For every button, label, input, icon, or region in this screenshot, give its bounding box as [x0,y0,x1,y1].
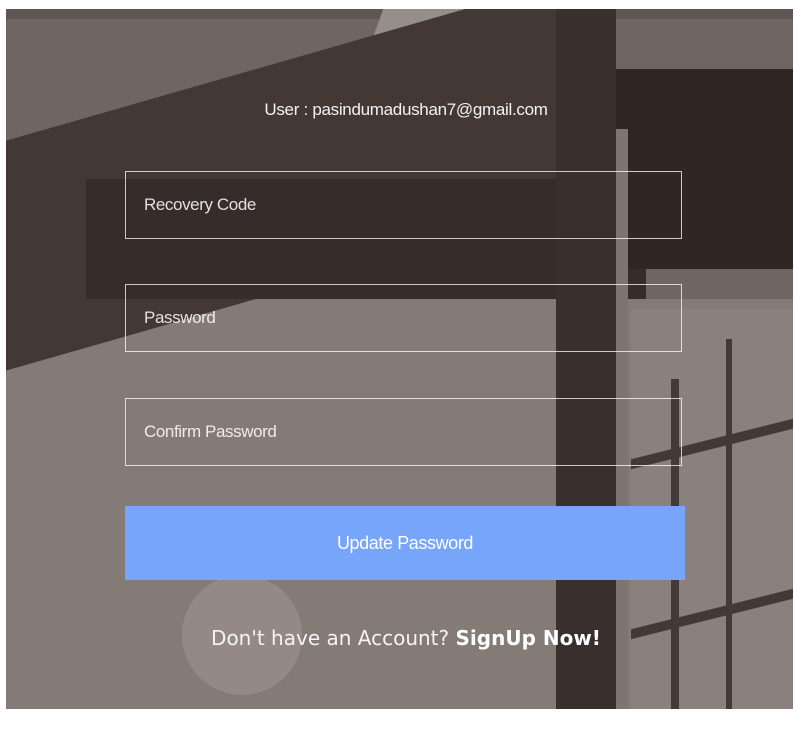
update-password-button[interactable]: Update Password [125,506,685,580]
recovery-code-input[interactable] [125,171,682,239]
signup-prompt: Don't have an Account? SignUp Now! [6,626,793,650]
signup-link[interactable]: SignUp Now! [456,626,601,650]
login-panel: User : pasindumadushan7@gmail.com Update… [6,9,793,709]
user-email-label: User : pasindumadushan7@gmail.com [264,100,548,119]
password-input[interactable] [125,284,682,352]
signup-prompt-text: Don't have an Account? [211,626,450,650]
confirm-password-input[interactable] [125,398,682,466]
